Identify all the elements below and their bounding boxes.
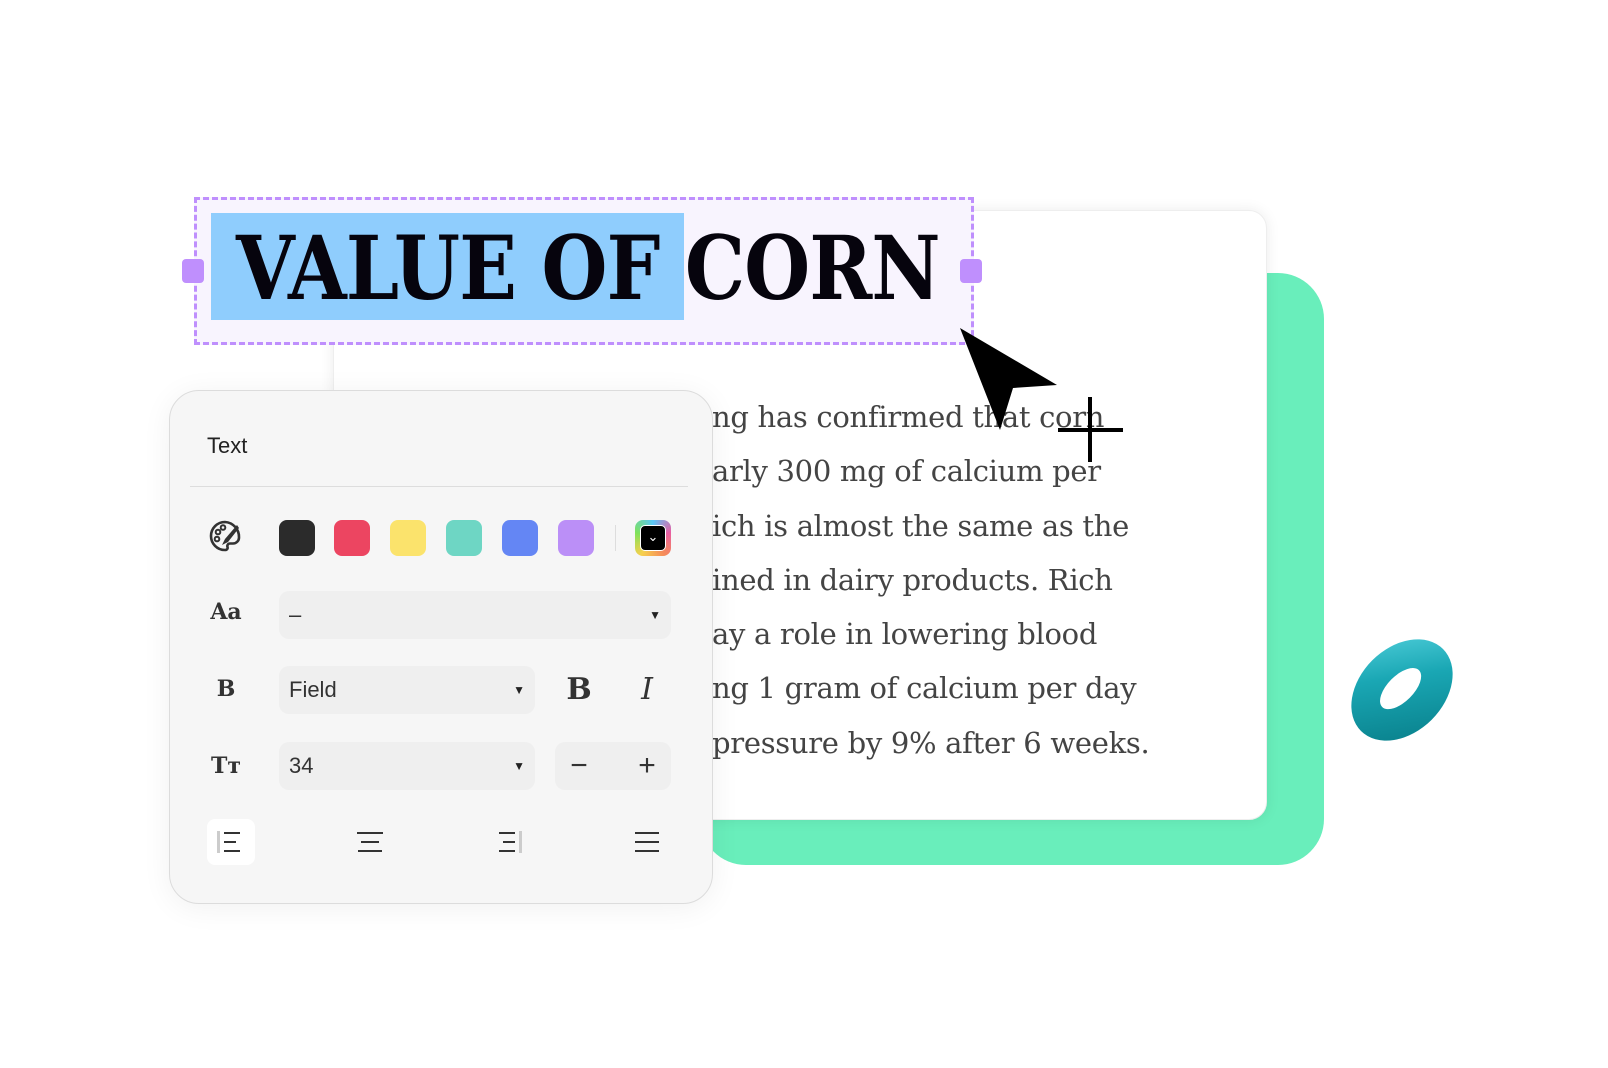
bold-button[interactable]: B	[555, 666, 603, 714]
align-center-button[interactable]	[346, 819, 394, 865]
color-swatch-black[interactable]	[279, 520, 315, 556]
document-title[interactable]: VALUE OF CORN	[236, 222, 941, 314]
font-family-select[interactable]: – ▼	[279, 591, 671, 639]
align-center-icon	[357, 832, 383, 852]
title-unselected-text: CORN	[684, 216, 941, 320]
font-family-icon: Aa	[210, 599, 242, 625]
custom-color-button[interactable]: ⌄	[635, 520, 671, 556]
align-left-icon	[217, 831, 240, 853]
align-left-button[interactable]	[207, 819, 255, 865]
body-line: ay a role in lowering blood	[712, 617, 1098, 652]
increase-size-button[interactable]: +	[623, 742, 671, 790]
mouse-pointer-icon	[960, 328, 1057, 430]
font-weight-value: Field	[289, 677, 337, 702]
font-size-stepper: − +	[555, 742, 671, 790]
font-size-icon: Tт	[210, 753, 241, 779]
body-line: ined in dairy products. Rich	[712, 562, 1113, 597]
decrease-size-button[interactable]: −	[555, 742, 603, 790]
font-size-select[interactable]: 34 ▼	[279, 742, 535, 790]
resize-handle-left[interactable]	[182, 259, 204, 283]
caret-down-icon: ▼	[513, 683, 525, 697]
panel-title: Text	[207, 433, 248, 458]
chevron-down-icon: ⌄	[640, 525, 666, 551]
font-size-value: 34	[289, 753, 314, 778]
decorative-torus-icon	[1351, 639, 1453, 741]
crosshair-cursor-icon	[1058, 397, 1123, 462]
body-line: ich is almost the same as the	[712, 508, 1130, 543]
title-selected-text: VALUE OF	[236, 216, 685, 320]
italic-button[interactable]: I	[623, 666, 671, 714]
align-justify-icon	[635, 832, 659, 852]
align-right-icon	[499, 831, 522, 853]
color-swatch-blue[interactable]	[502, 520, 538, 556]
body-line: ng 1 gram of calcium per day	[712, 671, 1137, 706]
align-justify-button[interactable]	[623, 819, 671, 865]
color-swatch-yellow[interactable]	[390, 520, 426, 556]
resize-handle-right[interactable]	[960, 259, 982, 283]
color-swatch-purple[interactable]	[558, 520, 594, 556]
body-line: pressure by 9% after 6 weeks.	[712, 725, 1150, 760]
color-swatch-teal[interactable]	[446, 520, 482, 556]
font-weight-select[interactable]: Field ▼	[279, 666, 535, 714]
color-swatch-red[interactable]	[334, 520, 370, 556]
font-weight-icon: B	[216, 676, 236, 702]
palette-icon	[208, 519, 242, 558]
align-right-button[interactable]	[484, 819, 532, 865]
divider	[190, 486, 688, 487]
text-format-panel: Text ⌄ Aa – ▼ B Field ▼ B I Tт 34 ▼ − +	[169, 390, 713, 904]
caret-down-icon: ▼	[513, 759, 525, 773]
font-family-value: –	[289, 602, 302, 627]
divider	[615, 525, 616, 551]
caret-down-icon: ▼	[649, 608, 661, 622]
